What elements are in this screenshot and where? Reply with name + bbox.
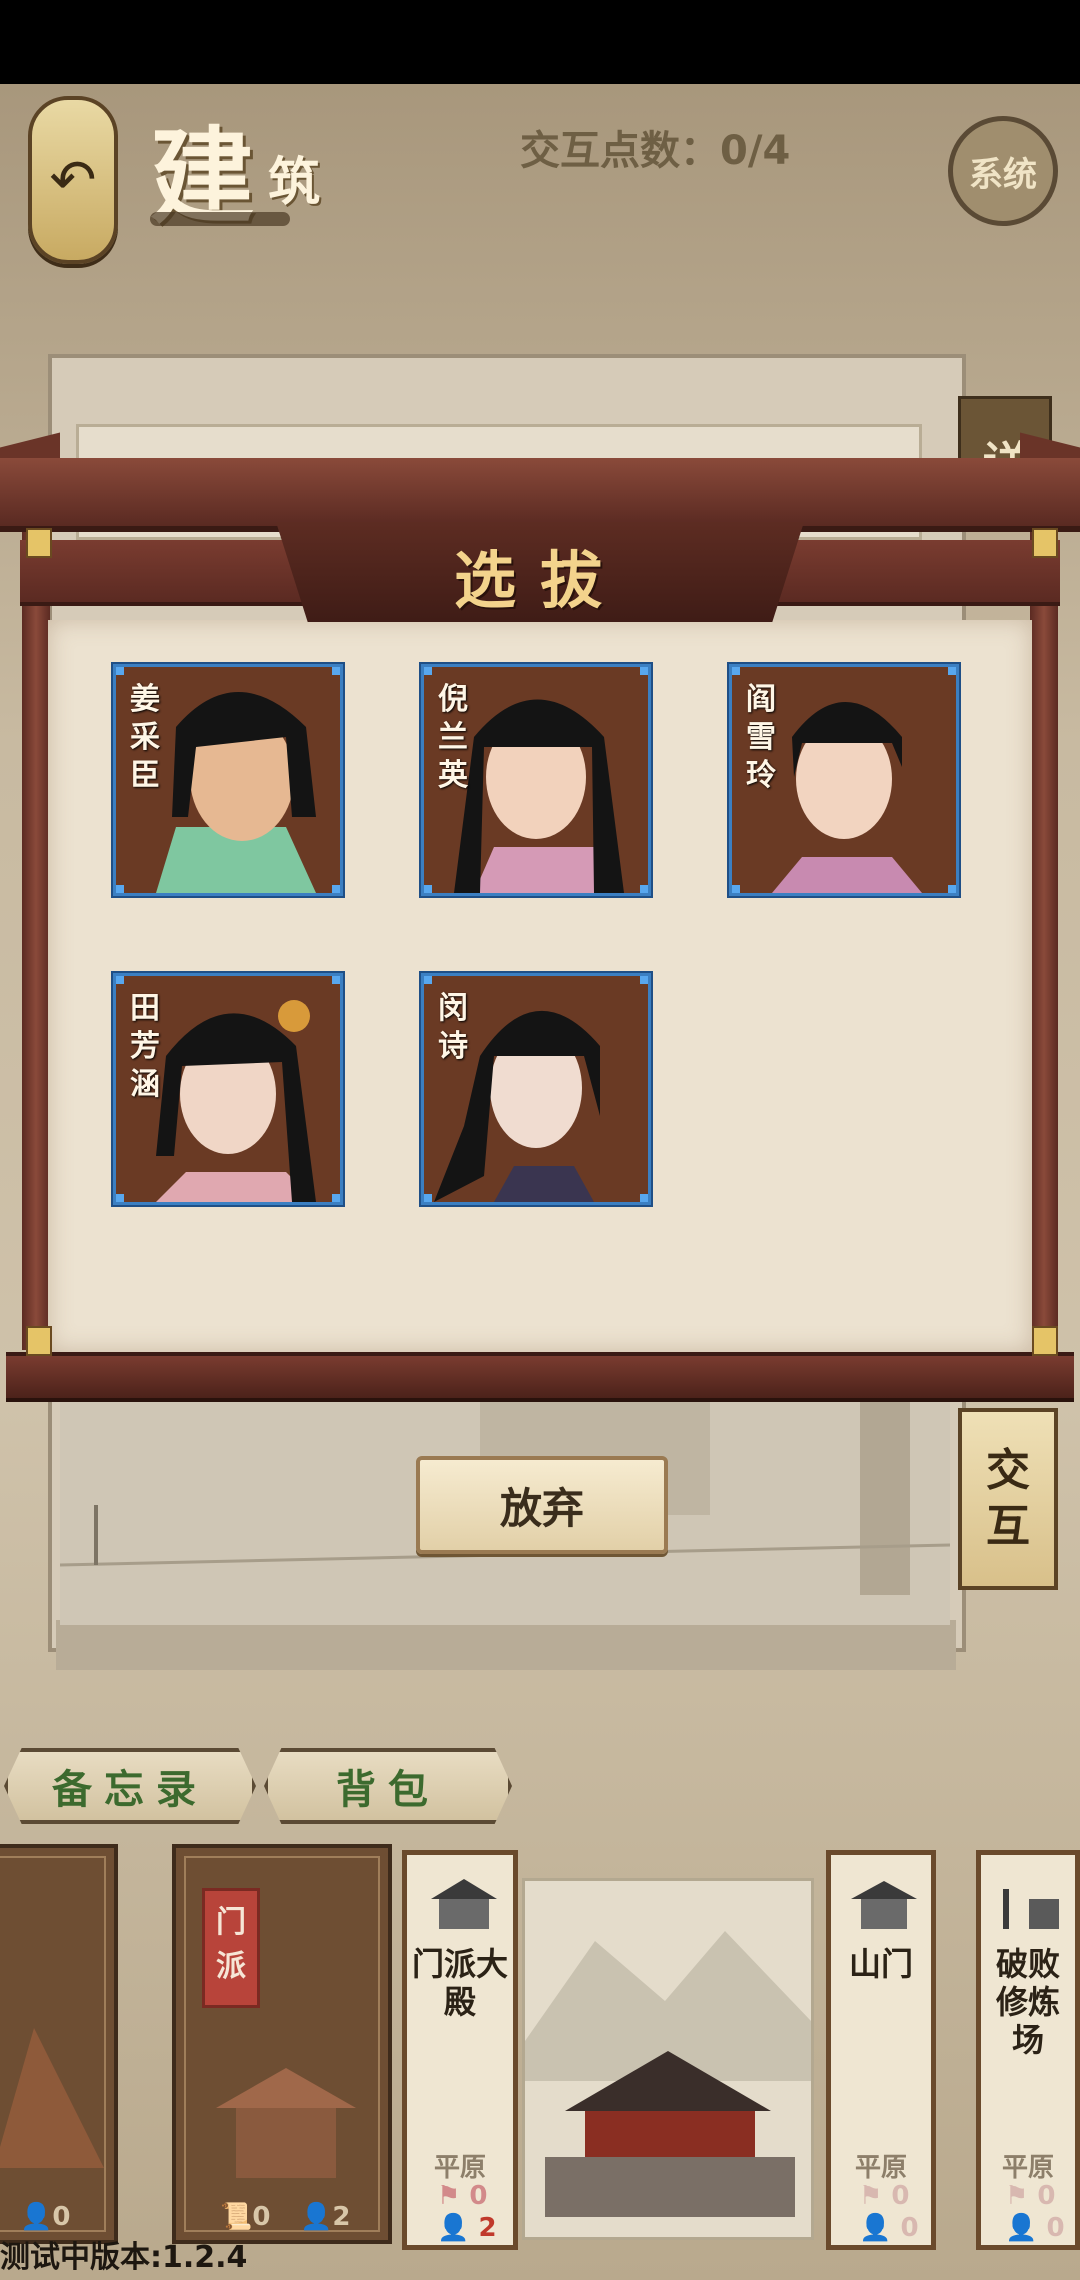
- action-points-label: 交互点数：0/4: [520, 128, 791, 174]
- main-hall-illustration: [522, 1878, 814, 2240]
- card-corner: [424, 976, 432, 984]
- people-count: 👤 0: [1005, 2213, 1065, 2243]
- interact-tab[interactable]: 交 互: [958, 1408, 1058, 1590]
- card-corner: [640, 667, 648, 675]
- ruins-icon: [1003, 1889, 1059, 1929]
- bag-tab[interactable]: 背包: [264, 1748, 512, 1824]
- status-bar: [0, 0, 1080, 84]
- people-count-value: 0: [900, 2213, 919, 2243]
- card-corner: [116, 976, 124, 984]
- card-corner: [424, 885, 432, 893]
- mountain-icon: [0, 2028, 104, 2168]
- character-name: 阎雪玲: [746, 682, 776, 793]
- building-name: 门派大殿: [411, 1945, 508, 2021]
- building-name: 山门: [848, 1945, 913, 1983]
- card-corner: [424, 1194, 432, 1202]
- lantern-icon: [1032, 528, 1058, 558]
- gate-post-left: [22, 530, 50, 1350]
- people-count: 👤0: [20, 2202, 70, 2232]
- give-up-button[interactable]: 放弃: [416, 1456, 668, 1554]
- lantern-icon: [1032, 1326, 1058, 1356]
- person-icon: 👤: [1005, 2213, 1038, 2243]
- character-card[interactable]: 阎雪玲: [729, 664, 959, 896]
- person-icon: 👤: [437, 2213, 470, 2243]
- lantern-icon: [26, 528, 52, 558]
- card-corner: [116, 667, 124, 675]
- character-card[interactable]: 闵诗: [421, 973, 651, 1205]
- people-count: 👤2: [300, 2202, 350, 2232]
- card-corner: [116, 885, 124, 893]
- sect-badge: 门派: [202, 1888, 260, 2008]
- people-count-value: 0: [52, 2202, 71, 2232]
- card-corner: [948, 667, 956, 675]
- flag-icon: ⚑: [859, 2181, 883, 2211]
- back-button[interactable]: ↶: [28, 96, 118, 264]
- people-count-value: 0: [1046, 2213, 1065, 2243]
- card-corner: [732, 667, 740, 675]
- building-card-main-hall[interactable]: 门派大殿 平原 ⚑ 0 👤 2: [402, 1850, 518, 2250]
- character-name: 田芳涵: [130, 991, 160, 1102]
- flag-count: ⚑ 0: [437, 2181, 487, 2211]
- return-arrow-icon: ↶: [49, 147, 97, 213]
- terrain-label: 平原: [854, 2153, 907, 2183]
- gate-roof: [0, 458, 1080, 532]
- people-count-value: 2: [478, 2213, 497, 2243]
- card-corner: [732, 885, 740, 893]
- hall-icon: [431, 1879, 497, 1929]
- version-label: 测试中版本:1.2.4: [0, 2240, 248, 2275]
- people-count-value: 2: [332, 2202, 351, 2232]
- card-corner: [332, 667, 340, 675]
- card-corner: [332, 885, 340, 893]
- card-corner: [332, 1194, 340, 1202]
- card-corner: [640, 1194, 648, 1202]
- selection-title: 选拔: [453, 544, 626, 617]
- flag-count-value: 0: [891, 2181, 910, 2211]
- flag-count: ⚑ 0: [859, 2181, 909, 2211]
- building-card[interactable]: 门派 📜0 👤2: [172, 1844, 392, 2244]
- scroll-count-value: 0: [252, 2202, 271, 2232]
- flag-icon: ⚑: [1005, 2181, 1029, 2211]
- card-corner: [948, 885, 956, 893]
- flag-count: ⚑ 0: [1005, 2181, 1055, 2211]
- terrain-label: 平原: [1001, 2153, 1054, 2183]
- character-card[interactable]: 姜采臣: [113, 664, 343, 896]
- system-button[interactable]: 系统: [948, 116, 1058, 226]
- people-count: 👤 0: [859, 2213, 919, 2243]
- memo-tab[interactable]: 备忘录: [4, 1748, 256, 1824]
- gate-sill: [6, 1352, 1074, 1402]
- building-card-mountain-gate[interactable]: 山门 平原 ⚑ 0 👤 0: [826, 1850, 936, 2250]
- people-count: 👤 2: [437, 2213, 497, 2243]
- panel-strip: [56, 1620, 956, 1670]
- card-corner: [424, 667, 432, 675]
- person-icon: 👤: [300, 2202, 333, 2232]
- title-underline: [150, 212, 290, 226]
- building-card-training-ground[interactable]: 破败修炼场 平原 ⚑ 0 👤 0: [976, 1850, 1080, 2250]
- gate-post-right: [1030, 530, 1058, 1350]
- lantern-icon: [26, 1326, 52, 1356]
- interact-tab-char-1: 交: [986, 1445, 1030, 1496]
- flag-icon: ⚑: [437, 2181, 461, 2211]
- card-corner: [332, 976, 340, 984]
- building-name: 破败修炼场: [995, 1945, 1060, 2059]
- temple-icon: [216, 2068, 356, 2178]
- card-corner: [640, 976, 648, 984]
- character-card[interactable]: 田芳涵: [113, 973, 343, 1205]
- card-corner: [640, 885, 648, 893]
- character-card[interactable]: 倪兰英: [421, 664, 651, 896]
- flag-count-value: 0: [469, 2181, 488, 2211]
- terrain-label: 平原: [433, 2153, 486, 2183]
- interact-tab-char-2: 互: [986, 1501, 1030, 1552]
- page-title-sub: 筑: [268, 152, 321, 213]
- person-icon: 👤: [20, 2202, 53, 2232]
- character-name: 姜采臣: [130, 682, 160, 793]
- gate-icon: [851, 1881, 917, 1929]
- character-name: 闵诗: [438, 991, 468, 1064]
- scroll-icon: 📜: [220, 2202, 253, 2232]
- building-card[interactable]: 👤0: [0, 1844, 118, 2244]
- character-name: 倪兰英: [438, 682, 468, 793]
- card-corner: [116, 1194, 124, 1202]
- person-icon: 👤: [859, 2213, 892, 2243]
- scroll-count: 📜0: [220, 2202, 270, 2232]
- flag-count-value: 0: [1037, 2181, 1056, 2211]
